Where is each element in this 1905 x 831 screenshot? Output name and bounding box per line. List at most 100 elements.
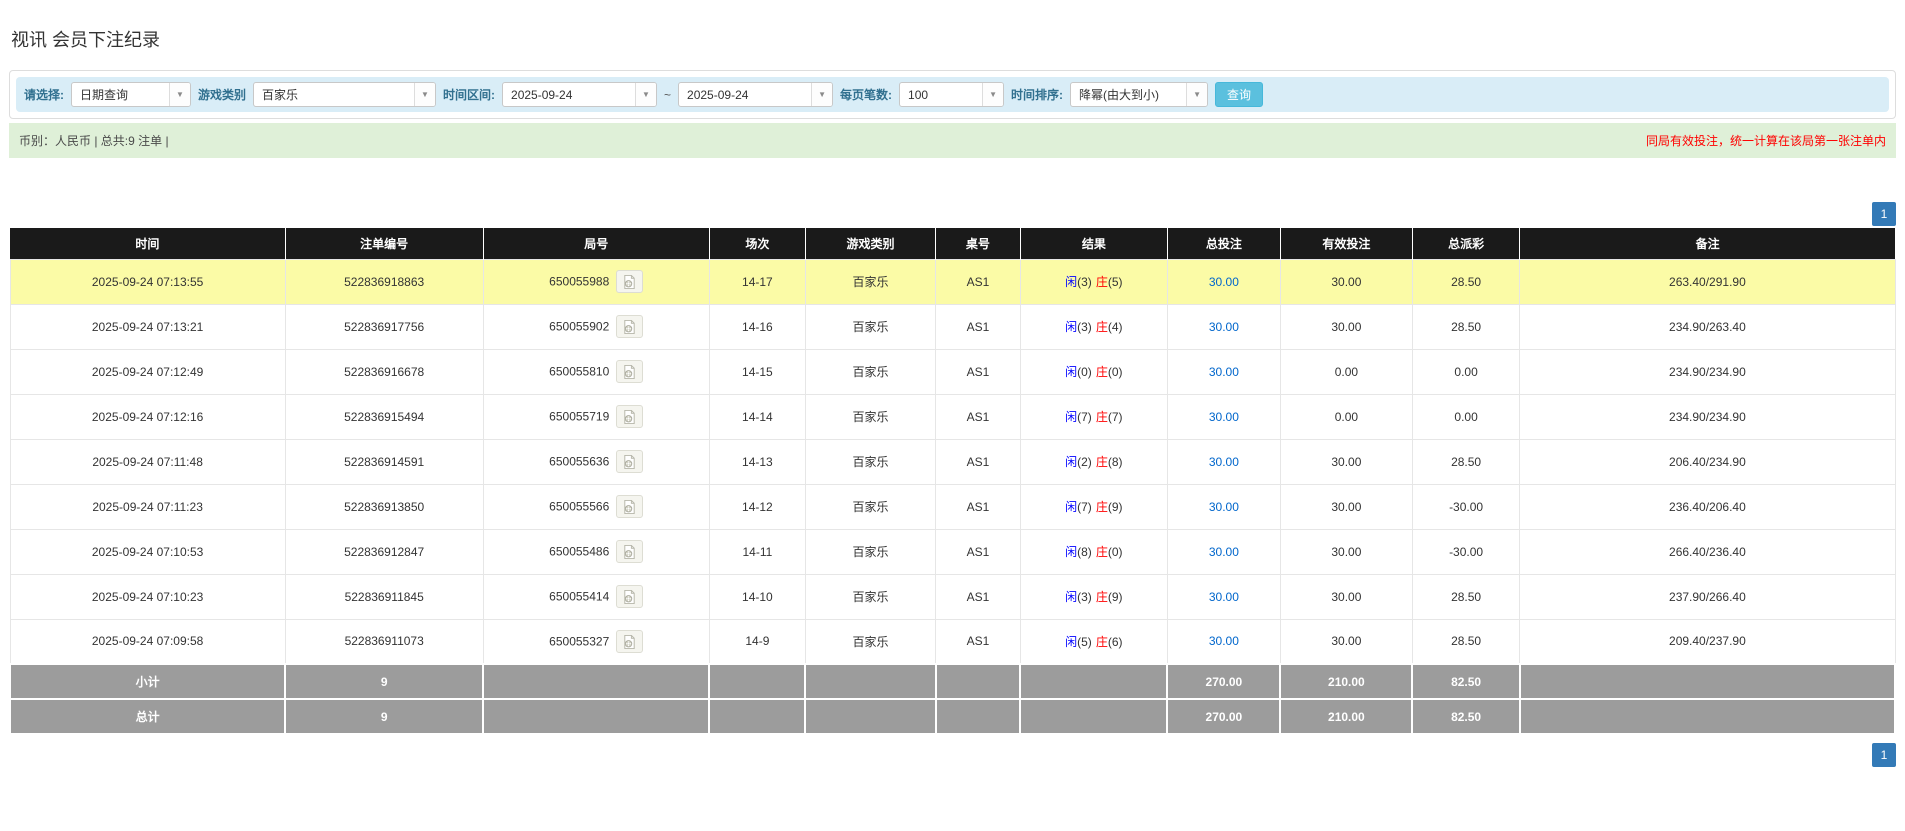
result-player-label: 闲 — [1065, 545, 1078, 559]
table-row: 2025-09-24 07:12:16 522836915494 6500557… — [9, 393, 1896, 440]
result-player-label: 闲 — [1065, 320, 1078, 334]
result-banker-score: (7) — [1107, 410, 1123, 424]
result-player-label: 闲 — [1065, 410, 1078, 424]
header-remark: 备注 — [1519, 228, 1895, 259]
chevron-down-icon[interactable]: ▼ — [169, 83, 190, 106]
page-size-value: 100 — [908, 87, 929, 102]
result-player-label: 闲 — [1065, 500, 1078, 514]
empty-cell — [708, 698, 807, 735]
page-button-1[interactable]: 1 — [1872, 202, 1896, 226]
cell-session: 14-13 — [708, 438, 806, 485]
cell-time: 2025-09-24 07:10:53 — [9, 528, 286, 575]
cell-remark: 236.40/206.40 — [1519, 483, 1896, 530]
cell-time: 2025-09-24 07:09:58 — [9, 618, 286, 665]
round-number: 650055902 — [549, 319, 610, 334]
cell-time: 2025-09-24 07:12:49 — [9, 348, 286, 395]
grand-total-valid-bet: 210.00 — [1279, 698, 1414, 735]
cell-remark: 206.40/234.90 — [1519, 438, 1896, 485]
game-type-select[interactable]: 百家乐 ▼ — [253, 82, 437, 107]
cell-total-bet: 30.00 — [1166, 438, 1281, 485]
cell-round: 650055636 — [482, 438, 710, 485]
header-table-no: 桌号 — [935, 228, 1021, 259]
total-bet-link[interactable]: 30.00 — [1209, 634, 1239, 648]
cell-remark: 266.40/236.40 — [1519, 528, 1896, 575]
result-banker-score: (6) — [1107, 634, 1123, 649]
video-record-button[interactable] — [616, 315, 644, 338]
grand-total-payout: 82.50 — [1411, 698, 1521, 735]
cell-game-type: 百家乐 — [804, 303, 937, 350]
result-banker-score: (9) — [1107, 500, 1123, 514]
chevron-down-icon[interactable]: ▼ — [635, 83, 657, 106]
total-bet-link[interactable]: 30.00 — [1209, 500, 1239, 514]
cell-total-bet: 30.00 — [1166, 348, 1281, 395]
search-button[interactable]: 查询 — [1215, 82, 1264, 107]
chevron-down-icon[interactable]: ▼ — [414, 83, 436, 106]
query-type-select[interactable]: 日期查询 ▼ — [71, 82, 191, 107]
page-size-select[interactable]: 100 ▼ — [899, 82, 1005, 107]
time-sort-label: 时间排序: — [1011, 88, 1064, 102]
chevron-down-icon[interactable]: ▼ — [811, 83, 833, 106]
result-player-score: (5) — [1077, 634, 1092, 649]
result-player-label: 闲 — [1065, 455, 1078, 469]
date-from-value: 2025-09-24 — [511, 87, 573, 102]
round-number: 650055566 — [549, 499, 610, 514]
total-bet-link[interactable]: 30.00 — [1209, 410, 1239, 424]
total-bet-link[interactable]: 30.00 — [1209, 275, 1239, 289]
cell-bet-id: 522836915494 — [284, 393, 484, 440]
page-button-1[interactable]: 1 — [1872, 743, 1896, 767]
round-number: 650055636 — [549, 454, 610, 469]
cell-bet-id: 522836917756 — [284, 303, 484, 350]
cell-valid-bet: 30.00 — [1279, 528, 1413, 575]
cell-time: 2025-09-24 07:12:16 — [9, 393, 286, 440]
cell-remark: 263.40/291.90 — [1519, 258, 1896, 305]
filter-bar: 请选择: 日期查询 ▼ 游戏类别 百家乐 ▼ 时间区间: 2025-09-24 … — [16, 77, 1889, 112]
video-record-button[interactable] — [616, 450, 644, 473]
chevron-down-icon[interactable]: ▼ — [1186, 83, 1208, 106]
result-player-score: (7) — [1077, 500, 1092, 514]
cell-valid-bet: 0.00 — [1279, 348, 1413, 395]
total-bet-link[interactable]: 30.00 — [1209, 455, 1239, 469]
result-banker-score: (8) — [1107, 455, 1123, 469]
round-number: 650055327 — [549, 634, 610, 649]
table-body: 2025-09-24 07:13:55 522836918863 6500559… — [9, 258, 1896, 665]
cell-remark: 209.40/237.90 — [1519, 618, 1896, 665]
total-bet-link[interactable]: 30.00 — [1209, 590, 1239, 604]
result-player-label: 闲 — [1065, 275, 1078, 289]
cell-session: 14-9 — [708, 618, 806, 665]
result-banker-score: (9) — [1107, 590, 1123, 604]
date-to-select[interactable]: 2025-09-24 ▼ — [678, 82, 834, 107]
video-record-button[interactable] — [616, 360, 644, 383]
cell-time: 2025-09-24 07:13:21 — [9, 303, 286, 350]
video-record-button[interactable] — [616, 495, 644, 518]
cell-bet-id: 522836913850 — [284, 483, 484, 530]
cell-bet-id: 522836918863 — [284, 258, 484, 305]
cell-result: 闲(7) 庄(9) — [1019, 483, 1168, 530]
result-player-score: (2) — [1077, 455, 1092, 469]
total-bet-link[interactable]: 30.00 — [1209, 365, 1239, 379]
subtotal-total-bet: 270.00 — [1166, 663, 1282, 700]
header-session: 场次 — [708, 228, 806, 259]
chevron-down-icon[interactable]: ▼ — [982, 83, 1004, 106]
total-bet-link[interactable]: 30.00 — [1209, 320, 1239, 334]
video-record-button[interactable] — [616, 270, 644, 293]
empty-cell — [708, 663, 807, 700]
video-record-button[interactable] — [616, 629, 644, 653]
total-bet-link[interactable]: 30.00 — [1209, 545, 1239, 559]
time-sort-select[interactable]: 降幂(由大到小) ▼ — [1070, 82, 1209, 107]
cell-valid-bet: 30.00 — [1279, 258, 1413, 305]
video-record-button[interactable] — [616, 540, 644, 563]
video-record-icon — [624, 364, 635, 379]
cell-game-type: 百家乐 — [804, 393, 937, 440]
table-row: 2025-09-24 07:13:55 522836918863 6500559… — [9, 258, 1896, 305]
date-from-select[interactable]: 2025-09-24 ▼ — [502, 82, 658, 107]
query-type-value: 日期查询 — [80, 88, 129, 102]
video-record-button[interactable] — [616, 585, 644, 608]
page-title: 视讯 会员下注纪录 — [11, 30, 161, 50]
result-banker-label: 庄 — [1095, 320, 1108, 334]
result-banker-label: 庄 — [1095, 500, 1108, 514]
table-footer: 小计 9 270.00 210.00 82.50 总计 9 270.00 210… — [8, 663, 1897, 735]
cell-table-no: AS1 — [935, 528, 1021, 575]
video-record-button[interactable] — [616, 405, 644, 428]
result-player-label: 闲 — [1065, 590, 1078, 604]
video-record-icon — [624, 499, 635, 514]
